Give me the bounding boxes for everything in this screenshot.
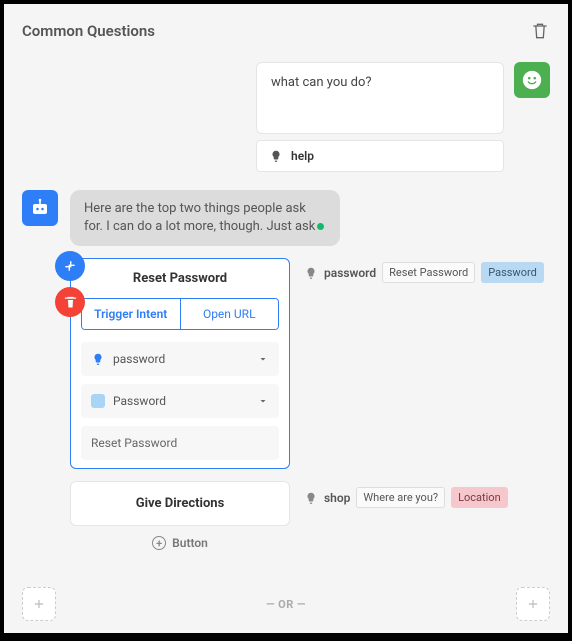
open-url-tab[interactable]: Open URL [180,299,279,329]
training-phrase-tag[interactable]: Where are you? [356,487,445,508]
bot-message-row: Here are the top two things people ask f… [22,190,550,246]
bulb-icon [269,149,283,163]
trigger-intent-tab[interactable]: Trigger Intent [82,299,180,329]
or-divider: — OR — [266,598,306,611]
side-tags-row-1: password Reset Password Password [304,258,550,283]
plus-circle-icon: + [152,536,166,550]
bot-avatar [22,190,58,226]
bulb-icon [304,266,318,280]
card-column: Reset Password Trigger Intent Open URL p… [70,258,290,550]
page-title: Common Questions [22,22,155,40]
value-input[interactable]: Reset Password [81,426,279,460]
cursor-dot-icon [317,223,324,230]
add-right-button[interactable] [516,587,550,621]
intent-hint-label: help [291,149,314,163]
entity-chip-icon [91,394,105,408]
user-message-row: what can you do? [22,62,550,134]
header: Common Questions [22,20,550,42]
side-intent-label: password [324,266,376,280]
trash-icon [63,295,78,310]
training-phrase-tag[interactable]: Reset Password [382,262,475,283]
button-card-expanded[interactable]: Reset Password Trigger Intent Open URL p… [70,258,290,469]
action-type-segmented: Trigger Intent Open URL [81,298,279,330]
entity-select[interactable]: Password [81,384,279,418]
cards-area: Reset Password Trigger Intent Open URL p… [70,258,550,550]
bulb-icon [91,352,105,366]
flow-canvas: Common Questions what can you do? help H… [4,4,568,633]
chevron-down-icon [257,395,269,407]
footer: — OR — [22,587,550,621]
entity-select-value: Password [113,394,166,408]
bot-message-text: Here are the top two things people ask f… [84,201,315,234]
add-left-button[interactable] [22,587,56,621]
user-avatar [514,62,550,98]
chevron-down-icon [257,353,269,365]
add-button-label: Button [172,536,208,550]
intent-select[interactable]: password [81,342,279,376]
robot-icon [28,196,52,220]
entity-tag[interactable]: Password [481,262,544,283]
card-title: Reset Password [81,271,279,286]
delete-flow-button[interactable] [530,20,550,42]
side-column: password Reset Password Password shop Wh… [304,258,550,508]
user-face-icon [521,69,543,91]
arrows-icon [62,258,78,274]
plus-icon [526,597,540,611]
side-intent-label: shop [324,491,350,505]
bulb-icon [304,491,318,505]
add-button-action[interactable]: + Button [70,536,290,550]
bot-message-input[interactable]: Here are the top two things people ask f… [70,190,340,246]
intent-hint[interactable]: help [256,140,504,172]
plus-icon [32,597,46,611]
side-tags-row-2: shop Where are you? Location [304,483,550,508]
entity-tag[interactable]: Location [451,487,508,508]
intent-hint-row: help [22,140,550,172]
trash-icon [530,20,550,42]
user-message-input[interactable]: what can you do? [256,62,504,134]
button-card-collapsed[interactable]: Give Directions [70,481,290,526]
intent-select-value: password [113,352,165,366]
